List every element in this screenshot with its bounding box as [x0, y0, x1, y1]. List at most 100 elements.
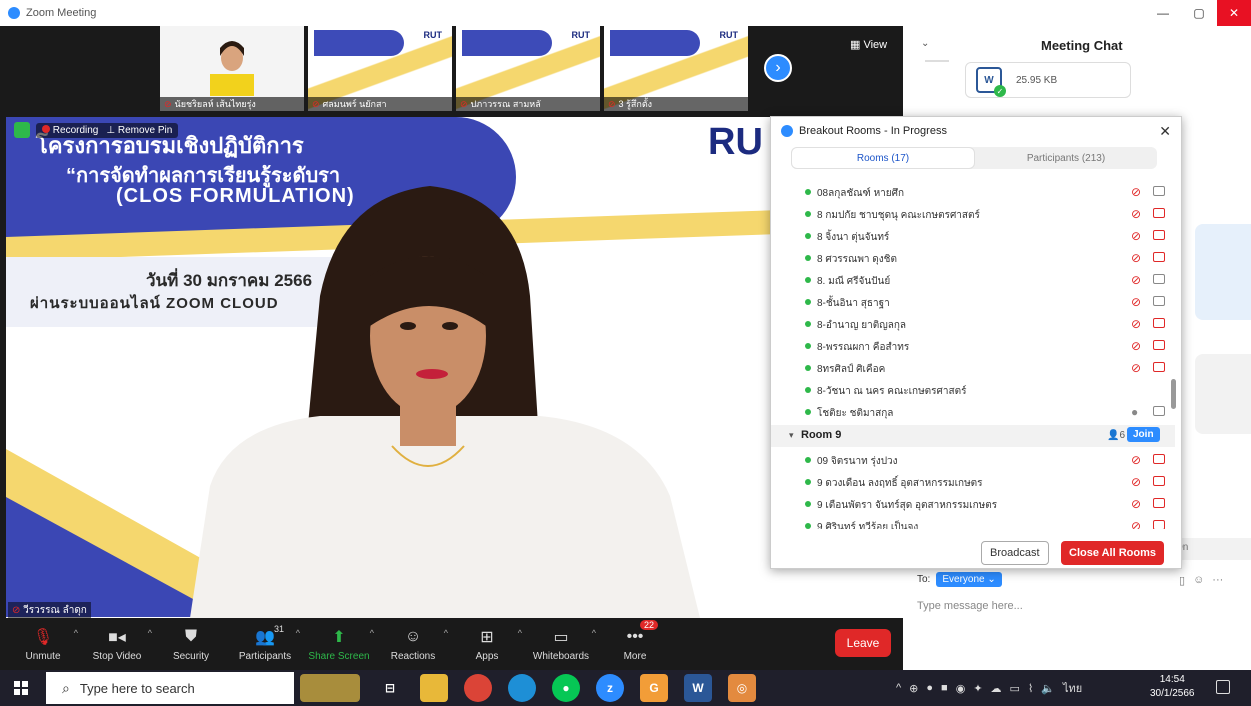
muted-mic-icon: ⊘ — [460, 99, 468, 109]
tray-icon[interactable]: ✦ — [973, 682, 982, 695]
more-dots-icon[interactable]: ··· — [1212, 574, 1223, 587]
edge-icon[interactable] — [508, 674, 536, 702]
join-room-button[interactable]: Join — [1127, 427, 1160, 442]
close-window-button[interactable]: ✕ — [1217, 0, 1251, 26]
security-button[interactable]: ⛊ Security — [160, 618, 222, 670]
tab-rooms[interactable]: Rooms (17) — [791, 147, 975, 169]
zoom-icon[interactable]: z — [596, 674, 624, 702]
language-indicator[interactable]: ไทย — [1063, 679, 1082, 697]
muted-mic-icon: ⊘ — [1131, 251, 1142, 265]
tray-icon[interactable]: ◉ — [956, 682, 966, 695]
word-icon[interactable]: W — [684, 674, 712, 702]
participants-button[interactable]: 👥 31 Participants ^ — [234, 618, 300, 670]
cloud-icon[interactable]: ☁ — [991, 682, 1002, 695]
maximize-button[interactable]: ▢ — [1181, 0, 1217, 26]
taskbar-search[interactable]: ⌕ Type here to search — [46, 672, 294, 704]
line-icon[interactable]: ● — [552, 674, 580, 702]
file-attachment[interactable]: W ✓ 25.95 KB — [965, 62, 1131, 98]
chat-message-input[interactable]: Type message here... — [917, 600, 1023, 612]
muted-mic-icon: ⊘ — [12, 605, 24, 616]
collapse-arrow-icon[interactable]: ▾ — [789, 430, 794, 441]
leave-button[interactable]: Leave — [835, 629, 891, 657]
list-item[interactable]: 08ลกุลชัณฑ์ หายศึก ⊘ — [771, 181, 1175, 203]
promo-app-icon[interactable] — [300, 674, 360, 702]
minimize-button[interactable]: — — [1145, 0, 1181, 26]
chat-title: Meeting Chat — [1041, 38, 1123, 53]
close-all-rooms-button[interactable]: Close All Rooms — [1061, 541, 1164, 565]
list-item[interactable]: 8-พรรณผกา คือสำทร ⊘ — [771, 335, 1175, 357]
tab-participants[interactable]: Participants (213) — [975, 147, 1157, 169]
thumbnail-name: 3 รู้สึกตั้ง — [618, 99, 653, 109]
speaker-video — [190, 186, 700, 618]
participant-thumbnail[interactable]: RUT ⊘ ปภาวรรณ สามหลั — [456, 26, 600, 111]
volume-icon[interactable]: 🔈 — [1041, 682, 1055, 695]
list-item[interactable]: 8ทรศิลป์ ศิเคือค ⊘ — [771, 357, 1175, 379]
chevron-up-icon[interactable]: ^ — [296, 628, 300, 638]
more-button[interactable]: ••• 22 More — [604, 618, 666, 670]
participant-thumbnail[interactable]: ⊘ นัยชริยลห์ เส้นไทยรุ่ง — [160, 26, 304, 111]
chevron-up-icon[interactable]: ^ — [74, 628, 78, 638]
recording-indicator[interactable]: Recording — [42, 124, 98, 136]
muted-mic-icon: ⊘ — [1131, 317, 1142, 331]
word-file-icon: W ✓ — [976, 67, 1006, 97]
tray-icon[interactable]: ⊕ — [909, 682, 918, 695]
windows-taskbar: ⌕ Type here to search ⊟ ● z G W ◎ ^ ⊕ ● … — [0, 670, 1251, 706]
list-item[interactable]: 8-ชั้นอินา สุธาฐา ⊘ — [771, 291, 1175, 313]
chevron-up-icon[interactable]: ^ — [148, 628, 152, 638]
chevron-up-icon[interactable]: ^ — [592, 628, 596, 638]
apps-button[interactable]: ⊞ Apps ^ — [456, 618, 522, 670]
encryption-shield-icon — [14, 122, 30, 138]
battery-icon[interactable]: ▭ — [1010, 682, 1020, 695]
emoji-icon[interactable]: ☺ — [1193, 574, 1204, 587]
list-item[interactable]: 8-วัชนา ณ นคร คณะเกษตรศาสตร์ — [771, 379, 1175, 401]
view-button[interactable]: ▦ View — [850, 38, 887, 51]
windows-start-icon[interactable] — [14, 681, 28, 695]
chevron-up-icon[interactable]: ^ — [444, 628, 448, 638]
tray-icon[interactable]: ● — [926, 682, 933, 694]
chat-header: ⌄ Meeting Chat — [903, 26, 1251, 62]
reactions-button[interactable]: ☺ Reactions ^ — [382, 618, 448, 670]
list-item[interactable]: โชติยะ ชติมาสกุล ● — [771, 401, 1175, 423]
chevron-up-icon[interactable]: ^ — [518, 628, 522, 638]
chevron-up-icon[interactable]: ^ — [370, 628, 374, 638]
chevron-up-icon[interactable]: ^ — [896, 682, 901, 694]
tray-icon[interactable]: ■ — [941, 682, 948, 694]
list-item[interactable]: 8 ศวรรณพา ดุงชิต ⊘ — [771, 247, 1175, 269]
file-explorer-icon[interactable] — [420, 674, 448, 702]
breakout-rooms-dialog: Breakout Rooms - In Progress ✕ Rooms (17… — [770, 116, 1182, 569]
stop-video-button[interactable]: ■◂ Stop Video ^ — [86, 618, 152, 670]
list-item[interactable]: 8 จิ้งนา ตุ่นจันทร์ ⊘ — [771, 225, 1175, 247]
broadcast-button[interactable]: Broadcast — [981, 541, 1049, 565]
close-icon[interactable]: ✕ — [1159, 123, 1171, 140]
room-header[interactable]: ▾ Room 9 👤6 Join — [771, 425, 1175, 447]
muted-mic-icon: ⊘ — [1131, 519, 1142, 529]
system-tray: ^ ⊕ ● ■ ◉ ✦ ☁ ▭ ⌇ 🔈 ไทย — [896, 670, 1082, 706]
notifications-icon[interactable] — [1216, 680, 1230, 694]
list-item[interactable]: 8. มณี ศรีจันปันย์ ⊘ — [771, 269, 1175, 291]
remove-pin-button[interactable]: ⊥ Remove Pin — [106, 125, 172, 136]
task-view-icon[interactable]: ⊟ — [376, 674, 404, 702]
file-icon[interactable]: ▯ — [1179, 574, 1185, 587]
list-item[interactable]: 8 กมปกัย ชาบชุดนุ คณะเกษตรศาสตร์ ⊘ — [771, 203, 1175, 225]
whiteboards-button[interactable]: ▭ Whiteboards ^ — [530, 618, 596, 670]
list-item[interactable]: 9 เตือนพัตรา จันทร์สุด อุตสาหกรรมเกษตร ⊘ — [771, 493, 1175, 515]
participant-thumbnail[interactable]: RUT ⊘ ศลมนพร์ นยักสา — [308, 26, 452, 111]
taskbar-clock[interactable]: 14:54 30/1/2566 — [1150, 673, 1195, 701]
next-page-button[interactable]: › — [764, 54, 792, 82]
share-screen-button[interactable]: ⬆ Share Screen ^ — [308, 618, 374, 670]
list-item[interactable]: 9 ศิรินทร์ ทวีร้อย เป็นจง ⊘ — [771, 515, 1175, 529]
participant-thumbnail[interactable]: RUT ⊘ 3 รู้สึกตั้ง — [604, 26, 748, 111]
unmute-button[interactable]: 🎙 Unmute ^ — [12, 618, 78, 670]
chrome-icon[interactable] — [464, 674, 492, 702]
chevron-down-icon[interactable]: ⌄ — [921, 38, 929, 49]
list-item[interactable]: 09 จิตรนาท รุ่งปวง ⊘ — [771, 449, 1175, 471]
list-item[interactable]: 8-อำนาญ ยาติญลกุล ⊘ — [771, 313, 1175, 335]
recipient-dropdown[interactable]: Everyone ⌄ — [936, 572, 1002, 587]
video-off-icon — [1153, 362, 1165, 372]
scrollbar[interactable] — [1171, 379, 1176, 409]
list-item[interactable]: 9 ดวงเดือน ลงฤทธิ์ อุตสาหกรรมเกษตร ⊘ — [771, 471, 1175, 493]
app-icon[interactable]: ◎ — [728, 674, 756, 702]
network-icon[interactable]: ⌇ — [1028, 682, 1033, 695]
powerpoint-icon[interactable]: G — [640, 674, 668, 702]
recipient-row: To: Everyone ⌄ — [917, 572, 1002, 587]
